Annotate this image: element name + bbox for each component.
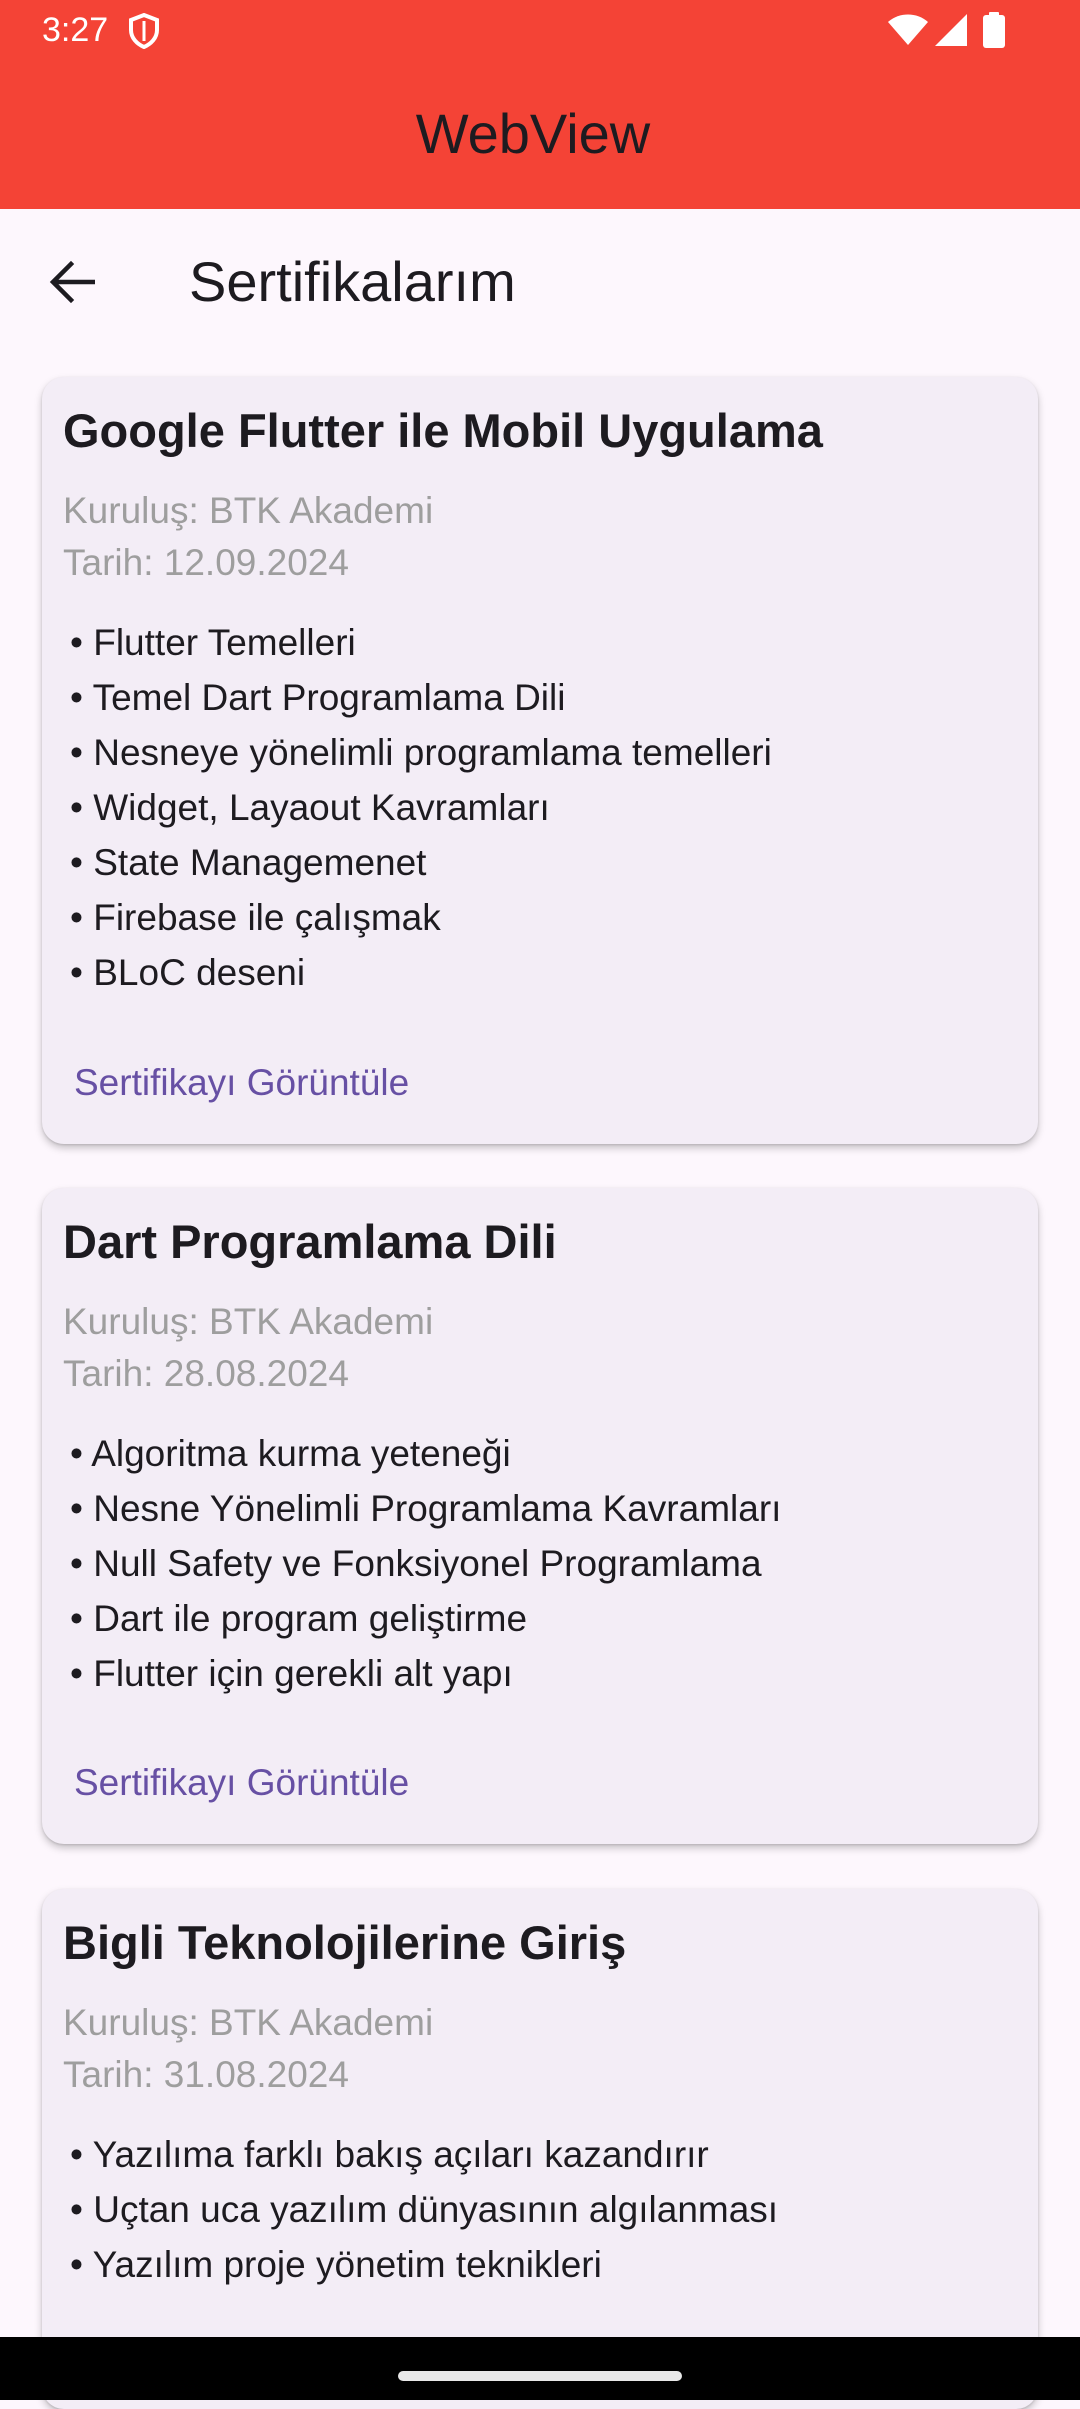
certificate-card: Google Flutter ile Mobil Uygulama Kurulu… [42, 377, 1038, 1144]
certificate-title: Dart Programlama Dili [63, 1215, 557, 1268]
shield-icon [128, 12, 160, 50]
certificate-organization: Kuruluş: BTK Akademi [63, 490, 434, 531]
topic-item: • State Managemenet [70, 842, 427, 883]
back-button[interactable] [28, 237, 118, 327]
topic-item: • Temel Dart Programlama Dili [70, 677, 566, 718]
status-bar: 3:27 [0, 0, 1080, 62]
topic-item: • Yazılıma farklı bakış açıları kazandır… [70, 2134, 709, 2175]
certificate-date: Tarih: 12.09.2024 [63, 542, 349, 583]
topic-list: • Flutter Temelleri • Temel Dart Program… [70, 615, 772, 1000]
topic-item: • Nesneye yönelimli programlama temeller… [70, 732, 772, 773]
topic-item: • Dart ile program geliştirme [70, 1598, 528, 1639]
page-title: Sertifikalarım [189, 250, 516, 313]
topic-item: • Firebase ile çalışmak [70, 897, 441, 938]
topic-item: • Flutter Temelleri [70, 622, 356, 663]
wifi-icon [888, 14, 928, 46]
system-navigation-bar [0, 2337, 1080, 2400]
certificate-date: Tarih: 28.08.2024 [63, 1353, 349, 1394]
certificate-card: Dart Programlama Dili Kuruluş: BTK Akade… [42, 1188, 1038, 1844]
app-bar: 3:27 WebView [0, 0, 1080, 209]
view-certificate-button[interactable]: Sertifikayı Görüntüle [52, 1743, 431, 1823]
topic-item: • Uçtan uca yazılım dünyasının algılanma… [70, 2189, 779, 2230]
topic-list: • Algoritma kurma yeteneği • Nesne Yönel… [70, 1426, 781, 1701]
certificate-organization: Kuruluş: BTK Akademi [63, 2002, 434, 2043]
page-toolbar: Sertifikalarım [0, 209, 1080, 359]
battery-icon [983, 12, 1005, 48]
certificate-title: Google Flutter ile Mobil Uygulama [63, 404, 823, 457]
topic-item: • Nesne Yönelimli Programlama Kavramları [70, 1488, 782, 1529]
certificate-title: Bigli Teknolojilerine Giriş [63, 1916, 627, 1969]
app-title: WebView [415, 102, 651, 165]
arrow-back-icon [49, 260, 95, 304]
signal-icon [934, 13, 968, 47]
topic-list: • Yazılıma farklı bakış açıları kazandır… [70, 2127, 778, 2292]
view-certificate-button[interactable]: Sertifikayı Görüntüle [52, 1043, 431, 1123]
topic-item: • BLoC deseni [70, 952, 306, 993]
topic-item: • Null Safety ve Fonksiyonel Programlama [70, 1543, 762, 1584]
certificate-card: Bigli Teknolojilerine Giriş Kuruluş: BTK… [42, 1889, 1038, 2409]
topic-item: • Algoritma kurma yeteneği [70, 1433, 511, 1474]
certificate-organization: Kuruluş: BTK Akademi [63, 1301, 434, 1342]
topic-item: • Flutter için gerekli alt yapı [70, 1653, 513, 1694]
home-gesture-handle[interactable] [398, 2371, 682, 2381]
status-time: 3:27 [42, 11, 109, 49]
certificate-date: Tarih: 31.08.2024 [63, 2054, 349, 2095]
topic-item: • Widget, Layaout Kavramları [70, 787, 550, 828]
topic-item: • Yazılım proje yönetim teknikleri [70, 2244, 602, 2285]
